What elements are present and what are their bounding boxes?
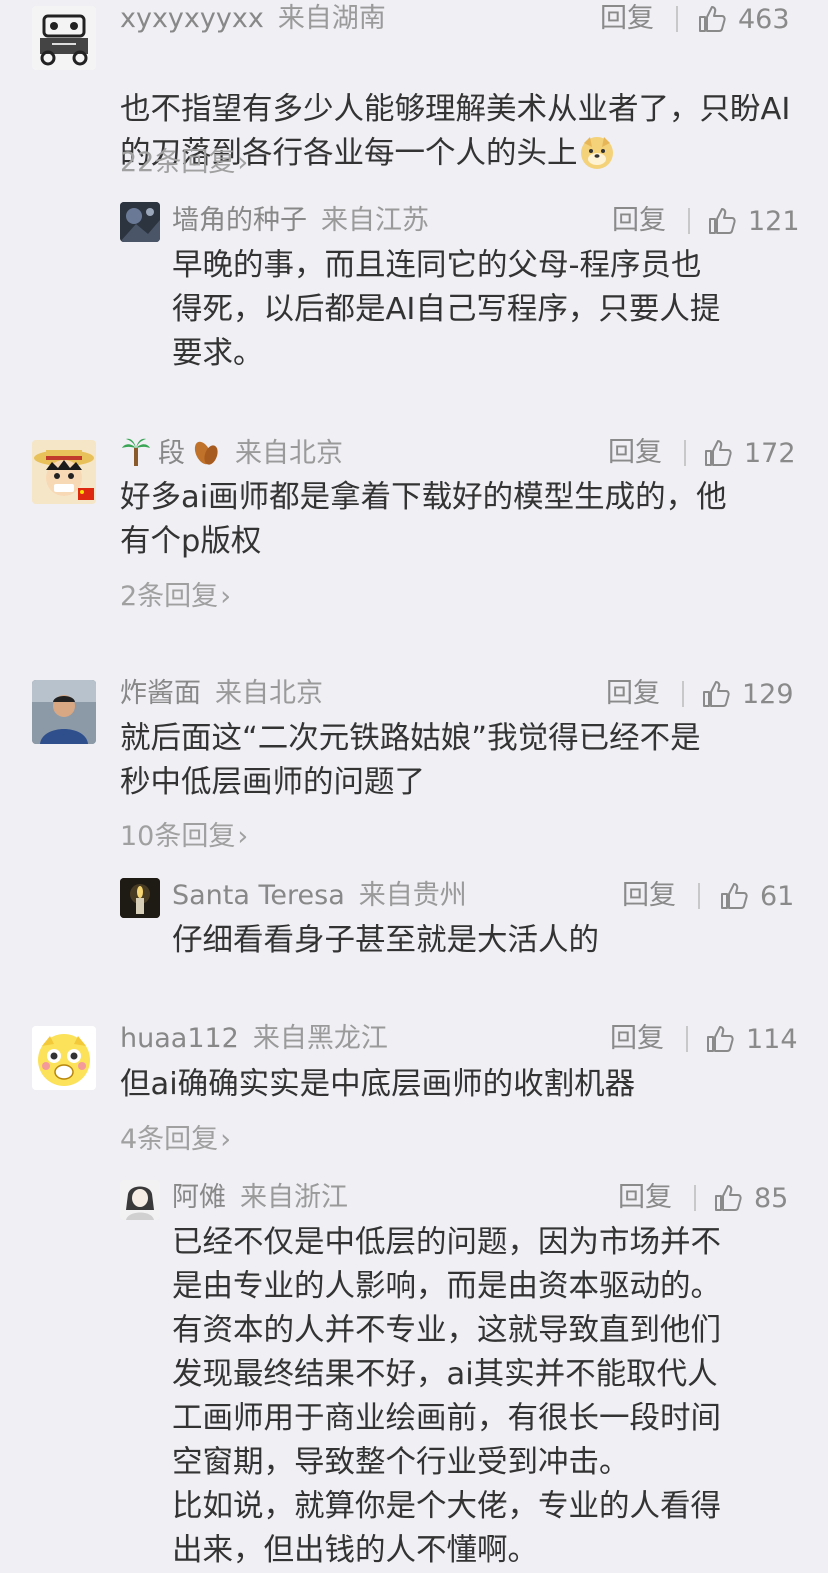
divider <box>698 883 700 909</box>
thumbs-up-icon <box>721 883 748 909</box>
location: 来自北京 <box>235 438 343 469</box>
avatar[interactable] <box>120 202 160 242</box>
comment-author[interactable]: 段 来自北京 <box>120 436 343 471</box>
like-count: 129 <box>742 678 794 710</box>
person-photo-avatar-icon <box>32 680 96 744</box>
username[interactable]: 炸酱面 <box>120 678 201 709</box>
divider <box>676 6 678 32</box>
chevron-right-icon: › <box>220 581 231 612</box>
like-count: 61 <box>760 880 795 912</box>
avatar[interactable] <box>120 1180 160 1220</box>
comment-text: 已经不仅是中低层的问题，因为市场并不 是由专业的人影响，而是由资本驱动的。 有资… <box>172 1225 721 1568</box>
avatar[interactable] <box>32 1026 96 1090</box>
like-count: 85 <box>754 1182 789 1214</box>
username[interactable]: 阿傩 <box>172 1182 226 1213</box>
comment-text: 仔细看看身子甚至就是大活人的 <box>172 923 599 958</box>
chevron-right-icon: › <box>237 821 249 852</box>
comment-author[interactable]: 墙角的种子 来自江苏 <box>172 204 429 238</box>
chevron-right-icon: › <box>237 147 249 178</box>
doge-emoji-icon <box>578 133 616 171</box>
comment-text: 好多ai画师都是拿着下载好的模型生成的，他 有个p版权 <box>120 480 727 559</box>
location: 来自江苏 <box>321 205 429 236</box>
location: 来自浙江 <box>240 1182 348 1213</box>
username[interactable]: 墙角的种子 <box>172 205 307 236</box>
comment-author[interactable]: 炸酱面 来自北京 <box>120 677 323 711</box>
avatar[interactable] <box>32 680 96 744</box>
reply-button[interactable]: 回复 <box>606 677 660 711</box>
view-replies-link[interactable]: 4条回复› <box>120 1123 231 1157</box>
thumbs-up-icon <box>699 6 726 32</box>
location: 来自贵州 <box>358 880 467 911</box>
comment-author[interactable]: huaa112 来自黑龙江 <box>120 1022 388 1056</box>
username[interactable]: huaa112 <box>120 1023 239 1054</box>
reply-button[interactable]: 回复 <box>618 1181 672 1215</box>
avatar[interactable] <box>32 440 96 504</box>
replies-count: 10条回复 <box>120 821 236 852</box>
location: 来自湖南 <box>277 3 386 34</box>
thumbs-up-icon <box>707 1026 734 1052</box>
like-count: 121 <box>748 205 800 237</box>
like-button[interactable]: 61 <box>718 879 794 913</box>
comment-author[interactable]: 阿傩 来自浙江 <box>172 1181 348 1215</box>
username[interactable]: xyxyxyyxx <box>120 3 264 34</box>
location: 来自北京 <box>215 678 323 709</box>
reply-button[interactable]: 回复 <box>610 1022 664 1056</box>
replies-count: 4条回复 <box>120 1124 219 1155</box>
divider <box>688 208 690 234</box>
like-button[interactable]: 85 <box>712 1181 788 1215</box>
comment-text: 早晚的事，而且连同它的父母-程序员也 得死，以后都是AI自己写程序，只要人提 要… <box>172 248 721 371</box>
thumbs-up-icon <box>703 681 730 707</box>
thumbs-up-icon <box>705 440 732 466</box>
view-replies-link[interactable]: 22条回复› <box>120 146 248 180</box>
like-button[interactable]: 463 <box>696 2 790 36</box>
divider <box>694 1185 696 1211</box>
sketch-girl-avatar-icon <box>120 1180 160 1220</box>
like-button[interactable]: 129 <box>700 677 794 711</box>
comment-author[interactable]: Santa Teresa 来自贵州 <box>172 879 467 913</box>
view-replies-link[interactable]: 10条回复› <box>120 820 248 854</box>
reply-button[interactable]: 回复 <box>612 204 666 238</box>
avatar[interactable] <box>32 6 96 70</box>
like-button[interactable]: 114 <box>704 1022 798 1056</box>
robot-sketch-avatar-icon <box>32 6 96 70</box>
anime-straw-hat-avatar-icon <box>32 440 96 504</box>
like-count: 114 <box>746 1023 798 1055</box>
like-count: 172 <box>744 437 796 469</box>
divider <box>682 681 684 707</box>
divider <box>684 440 686 466</box>
view-replies-link[interactable]: 2条回复› <box>120 580 231 614</box>
thumbs-up-icon <box>715 1185 742 1211</box>
reply-button[interactable]: 回复 <box>600 2 654 36</box>
replies-count: 2条回复 <box>120 581 219 612</box>
username[interactable]: 段 <box>158 438 185 469</box>
like-button[interactable]: 121 <box>706 204 800 238</box>
candle-photo-avatar-icon <box>120 878 160 918</box>
comment-text: 就后面这“二次元铁路姑娘”我觉得已经不是 秒中低层画师的问题了 <box>120 721 701 800</box>
dark-photo-avatar-icon <box>120 202 160 242</box>
like-button[interactable]: 172 <box>702 436 796 470</box>
replies-count: 22条回复 <box>120 147 236 178</box>
username[interactable]: Santa Teresa <box>172 880 345 911</box>
location: 来自黑龙江 <box>252 1023 388 1054</box>
yellow-emoji-face-avatar-icon <box>32 1026 96 1090</box>
comment-text: 但ai确确实实是中底层画师的收割机器 <box>120 1067 636 1102</box>
palm-tree-emoji-icon <box>120 436 152 468</box>
divider <box>686 1026 688 1052</box>
reply-button[interactable]: 回复 <box>622 879 676 913</box>
fallen-leaf-emoji-icon <box>191 438 221 468</box>
chevron-right-icon: › <box>220 1124 231 1155</box>
like-count: 463 <box>738 3 790 35</box>
thumbs-up-icon <box>709 208 736 234</box>
comment-author[interactable]: xyxyxyyxx 来自湖南 <box>120 2 386 36</box>
reply-button[interactable]: 回复 <box>608 436 662 470</box>
avatar[interactable] <box>120 878 160 918</box>
